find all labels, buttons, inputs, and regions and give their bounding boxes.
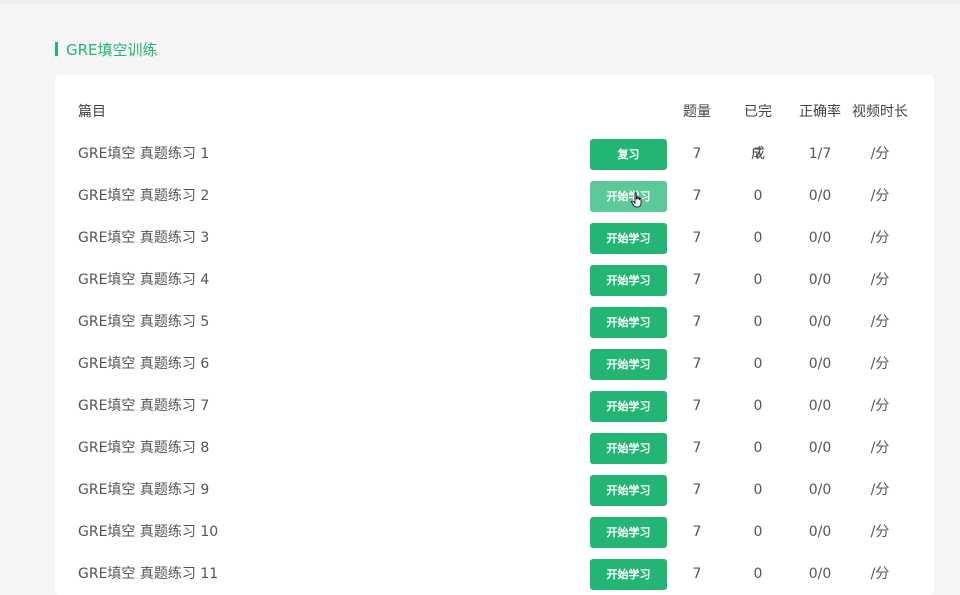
start-study-button[interactable]: 开始学习: [590, 433, 667, 464]
table-row: GRE填空 真题练习 6 开始学习 7 0 0/0/分: [55, 343, 934, 385]
row-title: GRE填空 真题练习 7: [78, 398, 210, 414]
row-video-duration: /分: [870, 230, 890, 246]
review-button[interactable]: 复习: [590, 139, 667, 170]
row-action-cell: 开始学习: [590, 427, 667, 469]
start-study-button[interactable]: 开始学习: [590, 349, 667, 380]
section-title: GRE填空训练: [55, 38, 158, 60]
table-row: GRE填空 真题练习 8 开始学习 7 0 0/0/分: [55, 427, 934, 469]
table-row: GRE填空 真题练习 11 开始学习 7 0 0/0/分: [55, 553, 934, 595]
row-title: GRE填空 真题练习 6: [78, 356, 210, 372]
table-row: GRE填空 真题练习 3 开始学习 7 0 0/0/分: [55, 217, 934, 259]
row-title: GRE填空 真题练习 4: [78, 272, 210, 288]
row-accuracy: 0/0: [808, 566, 832, 582]
row-video-duration: /分: [870, 524, 890, 540]
row-accuracy: 0/0: [808, 230, 832, 246]
row-action-cell: 开始学习: [590, 301, 667, 343]
row-title: GRE填空 真题练习 1: [78, 146, 210, 162]
table-row: GRE填空 真题练习 10 开始学习 7 0 0/0/分: [55, 511, 934, 553]
start-study-button[interactable]: 开始学习: [590, 391, 667, 422]
row-action-cell: 开始学习: [590, 511, 667, 553]
hand-pointer-icon: [631, 192, 642, 208]
row-completed: 0: [753, 566, 763, 582]
row-video-duration: /分: [870, 482, 890, 498]
row-video-duration: /分: [870, 188, 890, 204]
row-action-cell: 开始学习: [590, 175, 667, 217]
row-video-duration: /分: [870, 272, 890, 288]
start-study-button[interactable]: 开始学习: [590, 475, 667, 506]
row-questions: 7: [692, 188, 702, 204]
table-row: GRE填空 真题练习 9 开始学习 7 0 0/0/分: [55, 469, 934, 511]
row-completed: 0: [753, 356, 763, 372]
row-title: GRE填空 真题练习 8: [78, 440, 210, 456]
row-action-cell: 复习: [590, 133, 667, 175]
row-accuracy: 0/0: [808, 482, 832, 498]
start-study-button[interactable]: 开始学习: [590, 517, 667, 548]
row-questions: 7: [692, 440, 702, 456]
row-completed: 0: [753, 314, 763, 330]
top-bar: [0, 0, 960, 4]
table-row: GRE填空 真题练习 1 复习 7 7 1/7/分: [55, 133, 934, 175]
row-title: GRE填空 真题练习 5: [78, 314, 210, 330]
row-video-duration: /分: [870, 440, 890, 456]
row-action-cell: 开始学习: [590, 343, 667, 385]
row-title: GRE填空 真题练习 3: [78, 230, 210, 246]
row-questions: 7: [692, 482, 702, 498]
row-questions: 7: [692, 524, 702, 540]
row-title: GRE填空 真题练习 11: [78, 566, 219, 582]
row-video-duration: /分: [870, 356, 890, 372]
row-accuracy: 0/0: [808, 188, 832, 204]
row-accuracy: 1/7: [808, 146, 832, 162]
table-row: GRE填空 真题练习 2 开始学习 7 0 0/0/分: [55, 175, 934, 217]
header-title: 篇目: [78, 104, 106, 120]
row-title: GRE填空 真题练习 9: [78, 482, 210, 498]
row-completed: 0: [753, 524, 763, 540]
start-study-button[interactable]: 开始学习: [590, 181, 667, 212]
row-accuracy: 0/0: [808, 272, 832, 288]
table-row: GRE填空 真题练习 4 开始学习 7 0 0/0/分: [55, 259, 934, 301]
start-study-button[interactable]: 开始学习: [590, 265, 667, 296]
row-video-duration: /分: [870, 146, 890, 162]
row-title: GRE填空 真题练习 2: [78, 188, 210, 204]
row-questions: 7: [692, 398, 702, 414]
section-title-text: GRE填空训练: [66, 40, 158, 59]
row-action-cell: 开始学习: [590, 469, 667, 511]
row-questions: 7: [692, 272, 702, 288]
row-completed: 0: [753, 272, 763, 288]
header-video-duration: 视频时长: [852, 104, 908, 120]
row-video-duration: /分: [870, 566, 890, 582]
row-completed: 0: [753, 482, 763, 498]
practice-table-card: 篇目 题量 已完成 正确率 视频时长 GRE填空 真题练习 1 复习 7 7 1/7/分…: [55, 75, 934, 595]
header-accuracy: 正确率: [799, 104, 841, 120]
row-questions: 7: [692, 314, 702, 330]
row-completed: 7: [753, 146, 763, 162]
row-accuracy: 0/0: [808, 440, 832, 456]
row-questions: 7: [692, 356, 702, 372]
header-completed: 已完成: [744, 104, 772, 162]
row-questions: 7: [692, 230, 702, 246]
row-accuracy: 0/0: [808, 356, 832, 372]
header-questions: 题量: [683, 104, 711, 120]
row-completed: 0: [753, 440, 763, 456]
row-questions: 7: [692, 566, 702, 582]
table-row: GRE填空 真题练习 5 开始学习 7 0 0/0/分: [55, 301, 934, 343]
row-accuracy: 0/0: [808, 314, 832, 330]
table-row: GRE填空 真题练习 7 开始学习 7 0 0/0/分: [55, 385, 934, 427]
table-header: 篇目 题量 已完成 正确率 视频时长: [55, 91, 934, 162]
row-accuracy: 0/0: [808, 524, 832, 540]
start-study-button[interactable]: 开始学习: [590, 307, 667, 338]
row-video-duration: /分: [870, 314, 890, 330]
title-accent-bar: [55, 42, 58, 56]
row-completed: 0: [753, 188, 763, 204]
row-action-cell: 开始学习: [590, 259, 667, 301]
row-video-duration: /分: [870, 398, 890, 414]
row-action-cell: 开始学习: [590, 217, 667, 259]
row-action-cell: 开始学习: [590, 385, 667, 427]
row-title: GRE填空 真题练习 10: [78, 524, 219, 540]
row-action-cell: 开始学习: [590, 553, 667, 595]
row-accuracy: 0/0: [808, 398, 832, 414]
row-questions: 7: [692, 146, 702, 162]
start-study-button[interactable]: 开始学习: [590, 223, 667, 254]
row-completed: 0: [753, 398, 763, 414]
row-completed: 0: [753, 230, 763, 246]
